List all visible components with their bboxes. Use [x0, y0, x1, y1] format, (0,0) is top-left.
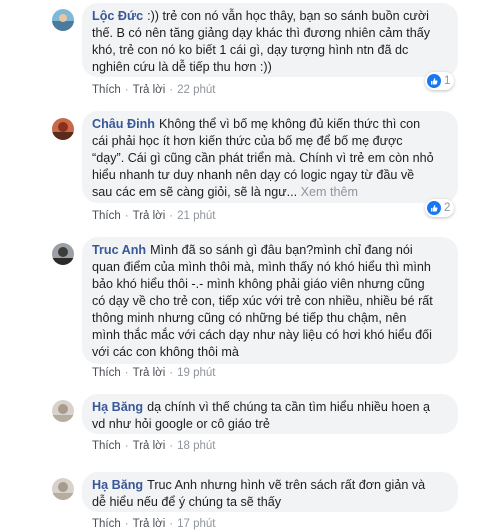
- comment-actions: Thích · Trả lời · 19 phút: [92, 367, 216, 379]
- like-button[interactable]: Thích: [92, 84, 121, 96]
- comment-text: hiểu nhanh tư duy nhanh nên dạy có logic…: [92, 168, 415, 182]
- like-icon: [427, 201, 441, 215]
- avatar[interactable]: [52, 478, 74, 500]
- avatar[interactable]: [52, 118, 74, 140]
- comment-actions: Thích · Trả lời · 17 phút: [92, 518, 216, 530]
- comment-text: dạ chính vì thế chúng ta cần tìm hiểu nh…: [147, 400, 430, 414]
- comment-text: cái phải học ít hơn kiến thức của bố mẹ …: [92, 134, 403, 148]
- avatar[interactable]: [52, 400, 74, 422]
- reaction-count[interactable]: 1: [425, 72, 455, 90]
- comment-actions: Thích · Trả lời · 22 phút: [92, 84, 216, 96]
- like-button[interactable]: Thích: [92, 210, 121, 222]
- timestamp[interactable]: 17 phút: [177, 518, 215, 530]
- avatar[interactable]: [52, 243, 74, 265]
- timestamp[interactable]: 22 phút: [177, 84, 215, 96]
- comment-bubble: Châu Đinh Không thể vì bố mẹ không đủ kiế…: [82, 111, 458, 203]
- comment-text: thông minh nhưng cũng có những bé tiếp t…: [92, 311, 407, 325]
- comment-author[interactable]: Truc Anh: [92, 243, 146, 257]
- reply-button[interactable]: Trả lời: [133, 210, 166, 222]
- comment-bubble: Lộc Đức :)) trẻ con nó vẫn học thây, bạn …: [82, 3, 458, 77]
- timestamp[interactable]: 21 phút: [177, 210, 215, 222]
- comment-text: mình thắc mắc với cách dạy như này liệu …: [92, 328, 432, 342]
- comment-text: sau các em sẽ càng giỏi, sẽ là ngư...: [92, 185, 298, 199]
- comment-bubble: Hạ Băng dạ chính vì thế chúng ta cần tìm …: [82, 394, 458, 434]
- comment-text: Truc Anh nhưng hình vẽ trên sách rất đơn…: [147, 478, 426, 492]
- comment-author[interactable]: Hạ Băng: [92, 478, 143, 492]
- like-icon: [427, 74, 441, 88]
- reply-button[interactable]: Trả lời: [133, 84, 166, 96]
- comment-text: nghiên cứu là dễ tiếp thu hơn :)): [92, 60, 272, 74]
- like-button[interactable]: Thích: [92, 440, 121, 452]
- comment-actions: Thích · Trả lời · 18 phút: [92, 440, 216, 452]
- see-more-link[interactable]: Xem thêm: [301, 185, 358, 199]
- comment-text: có dạy về cho trẻ con, tiếp xúc với trẻ …: [92, 294, 433, 308]
- comment-text: dễ hiểu nếu để ý chúng ta sẽ thấy: [92, 495, 282, 509]
- comment-author[interactable]: Châu Đinh: [92, 117, 155, 131]
- comment-text: thế. B có nên tăng giảng dạy khác thì đư…: [92, 26, 431, 40]
- timestamp[interactable]: 18 phút: [177, 440, 215, 452]
- comment-text: Mình đã so sánh gì đâu bạn?mình chỉ đang…: [150, 243, 413, 257]
- comment-text: :)) trẻ con nó vẫn học thây, bạn so sánh…: [147, 9, 429, 23]
- reaction-count[interactable]: 2: [425, 199, 455, 217]
- comment-actions: Thích · Trả lời · 21 phút: [92, 210, 216, 222]
- like-button[interactable]: Thích: [92, 367, 121, 379]
- comment-text: “dạy”. Cái gì cũng cần phát triển mà. Ch…: [92, 151, 434, 165]
- reply-button[interactable]: Trả lời: [133, 367, 166, 379]
- comment-text: quan điểm của mình thôi mà, mình thấy nó…: [92, 260, 431, 274]
- comment-text: Không thể vì bố mẹ không đủ kiến thức th…: [158, 117, 421, 131]
- like-button[interactable]: Thích: [92, 518, 121, 530]
- reply-button[interactable]: Trả lời: [133, 518, 166, 530]
- comment-bubble: Truc Anh Mình đã so sánh gì đâu bạn?mình …: [82, 237, 458, 364]
- comment-bubble: Hạ Băng Truc Anh nhưng hình vẽ trên sách …: [82, 472, 458, 512]
- comment-author[interactable]: Hạ Băng: [92, 400, 143, 414]
- comment-text: bảo khó hiểu thôi -.- mình không phải gi…: [92, 277, 425, 291]
- avatar[interactable]: [52, 9, 74, 31]
- comment-text: vd như hỏi google or cô giáo trẻ: [92, 417, 270, 431]
- comment-text: khó, trẻ con nó ko biết 1 cái gì, dạy tư…: [92, 43, 409, 57]
- timestamp[interactable]: 19 phút: [177, 367, 215, 379]
- comment-text: với các con không thôi mà: [92, 345, 239, 359]
- reply-button[interactable]: Trả lời: [133, 440, 166, 452]
- comment-author[interactable]: Lộc Đức: [92, 9, 143, 23]
